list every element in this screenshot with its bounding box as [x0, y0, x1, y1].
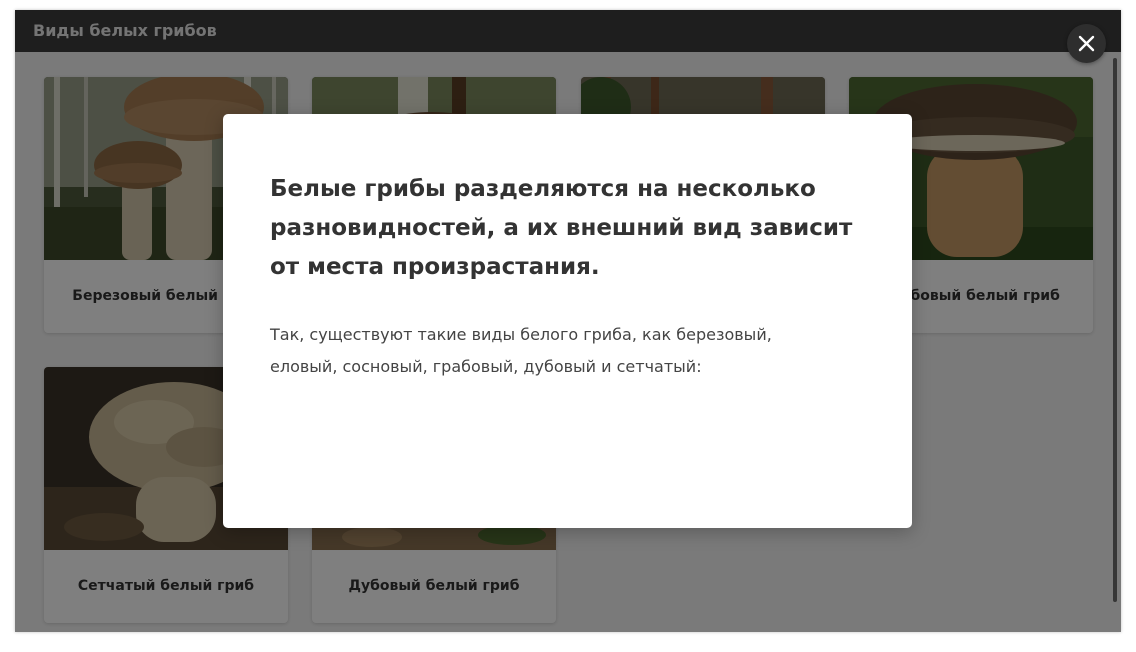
close-button[interactable] — [1067, 24, 1106, 63]
close-icon — [1078, 35, 1095, 52]
dialog-title: Белые грибы разделяются на несколько раз… — [270, 176, 853, 280]
dialog-text: Так, существуют такие виды белого гриба,… — [270, 325, 772, 376]
info-dialog: Белые грибы разделяются на несколько раз… — [223, 114, 912, 528]
